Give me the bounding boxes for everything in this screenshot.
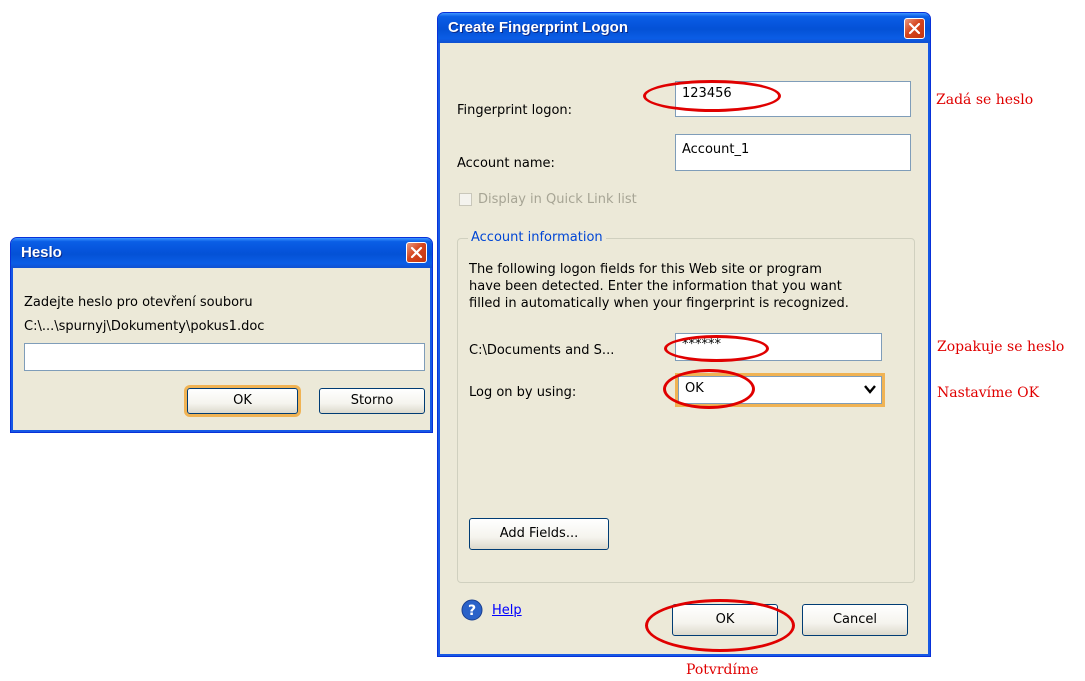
path-field-label: C:\Documents and S... xyxy=(469,343,615,358)
logon-by-value: OK xyxy=(685,381,704,396)
help-link[interactable]: Help xyxy=(492,603,522,618)
fingerprint-logon-label: Fingerprint logon: xyxy=(457,103,573,118)
heslo-close-button[interactable] xyxy=(406,242,427,263)
fingerprint-title: Create Fingerprint Logon xyxy=(448,19,628,36)
heslo-client: Zadejte heslo pro otevření souboru C:\..… xyxy=(14,268,429,429)
account-info-text-2: have been detected. Enter the informatio… xyxy=(469,279,842,294)
fingerprint-logon-input[interactable]: 123456 xyxy=(675,81,911,117)
help-icon[interactable]: ? xyxy=(461,599,483,621)
account-name-input[interactable]: Account_1 xyxy=(675,134,911,171)
svg-text:?: ? xyxy=(468,603,476,619)
heslo-title: Heslo xyxy=(21,244,62,261)
fingerprint-cancel-button[interactable]: Cancel xyxy=(802,604,908,636)
logon-by-label: Log on by using: xyxy=(469,385,577,400)
account-info-text-1: The following logon fields for this Web … xyxy=(469,262,822,277)
close-icon xyxy=(908,22,921,35)
account-name-label: Account name: xyxy=(457,156,555,171)
fingerprint-client: Fingerprint logon: 123456 Account name: … xyxy=(441,43,927,653)
annotation-set-ok-note: Nastavíme OK xyxy=(937,385,1040,401)
fingerprint-ok-button[interactable]: OK xyxy=(672,604,778,636)
heslo-storno-button[interactable]: Storno xyxy=(319,388,425,414)
heslo-dialog: Heslo Zadejte heslo pro otevření souboru… xyxy=(10,237,433,433)
heslo-prompt: Zadejte heslo pro otevření souboru xyxy=(24,295,253,310)
quick-link-label: Display in Quick Link list xyxy=(478,192,637,207)
annotation-repeat-note: Zopakuje se heslo xyxy=(937,339,1065,355)
heslo-ok-button[interactable]: OK xyxy=(187,388,298,414)
heslo-titlebar[interactable]: Heslo xyxy=(11,238,432,268)
account-info-text-3: filled in automatically when your finger… xyxy=(469,296,849,311)
annotation-password-note: Zadá se heslo xyxy=(936,92,1034,108)
annotation-confirm-note: Potvrdíme xyxy=(686,662,759,678)
fingerprint-dialog: Create Fingerprint Logon Fingerprint log… xyxy=(437,12,931,657)
heslo-file-path: C:\...\spurnyj\Dokumenty\pokus1.doc xyxy=(24,319,265,334)
fingerprint-titlebar[interactable]: Create Fingerprint Logon xyxy=(438,13,930,43)
quick-link-checkbox[interactable] xyxy=(459,193,472,206)
chevron-down-icon xyxy=(864,385,876,394)
account-info-legend: Account information xyxy=(468,230,606,245)
fingerprint-close-button[interactable] xyxy=(904,18,925,39)
add-fields-button[interactable]: Add Fields... xyxy=(469,518,609,550)
logon-by-select[interactable]: OK xyxy=(678,376,882,404)
path-field-input[interactable]: ****** xyxy=(675,333,882,361)
heslo-password-input[interactable] xyxy=(24,343,425,371)
close-icon xyxy=(410,246,423,259)
